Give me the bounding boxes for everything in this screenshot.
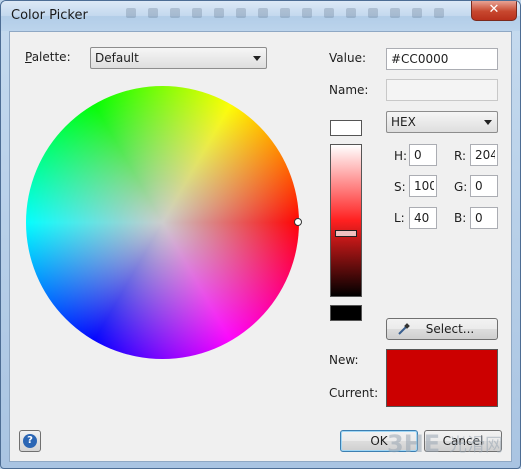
format-dropdown[interactable]: HEX — [386, 111, 498, 133]
s-label: S: — [394, 180, 406, 194]
close-icon: ✕ — [488, 2, 500, 17]
wheel-cursor[interactable] — [294, 218, 302, 226]
dialog-body: Palette: Default Value: Name: HEX H: S: … — [9, 31, 512, 462]
value-label: Value: — [329, 51, 366, 65]
ok-button-label: OK — [370, 434, 388, 448]
h-label: H: — [394, 149, 408, 163]
g-label: G: — [454, 180, 468, 194]
luminance-slider[interactable] — [330, 144, 362, 297]
palette-dropdown[interactable]: Default — [90, 47, 267, 69]
luminance-white-swatch[interactable] — [330, 120, 362, 136]
r-label: R: — [454, 149, 467, 163]
name-input[interactable] — [386, 79, 498, 101]
luminance-black-swatch[interactable] — [330, 305, 362, 321]
palette-label: Palette: — [25, 50, 71, 64]
background-toolbar — [126, 8, 456, 22]
format-selected: HEX — [391, 115, 416, 129]
close-button[interactable]: ✕ — [471, 1, 517, 21]
eyedropper-icon — [398, 323, 410, 335]
chevron-down-icon — [484, 120, 492, 125]
new-label: New: — [329, 353, 359, 367]
h-input[interactable] — [409, 144, 437, 166]
l-input[interactable] — [409, 207, 437, 229]
current-label: Current: — [329, 386, 379, 400]
select-color-button[interactable]: Select... — [386, 318, 498, 340]
luminance-slider-thumb[interactable] — [335, 230, 357, 237]
value-input[interactable] — [386, 48, 498, 70]
cancel-button[interactable]: Cancel — [424, 430, 502, 452]
g-input[interactable] — [470, 175, 498, 197]
r-input[interactable] — [470, 144, 498, 166]
color-wheel[interactable] — [26, 86, 299, 359]
select-button-label: Select... — [425, 322, 475, 336]
b-label: B: — [454, 211, 467, 225]
b-input[interactable] — [470, 207, 498, 229]
color-picker-dialog: Color Picker ✕ Palette: Default Value: N… — [0, 0, 521, 469]
ok-button[interactable]: OK — [340, 430, 418, 452]
window-title: Color Picker — [11, 8, 88, 23]
chevron-down-icon — [253, 56, 261, 61]
new-current-color-preview — [386, 349, 498, 407]
cancel-button-label: Cancel — [442, 434, 484, 448]
title-bar[interactable]: Color Picker ✕ — [1, 1, 520, 31]
name-label: Name: — [329, 83, 369, 97]
help-icon: ? — [23, 434, 37, 448]
s-input[interactable] — [409, 175, 437, 197]
l-label: L: — [394, 211, 405, 225]
help-button[interactable]: ? — [19, 430, 41, 452]
palette-selected: Default — [95, 51, 139, 65]
